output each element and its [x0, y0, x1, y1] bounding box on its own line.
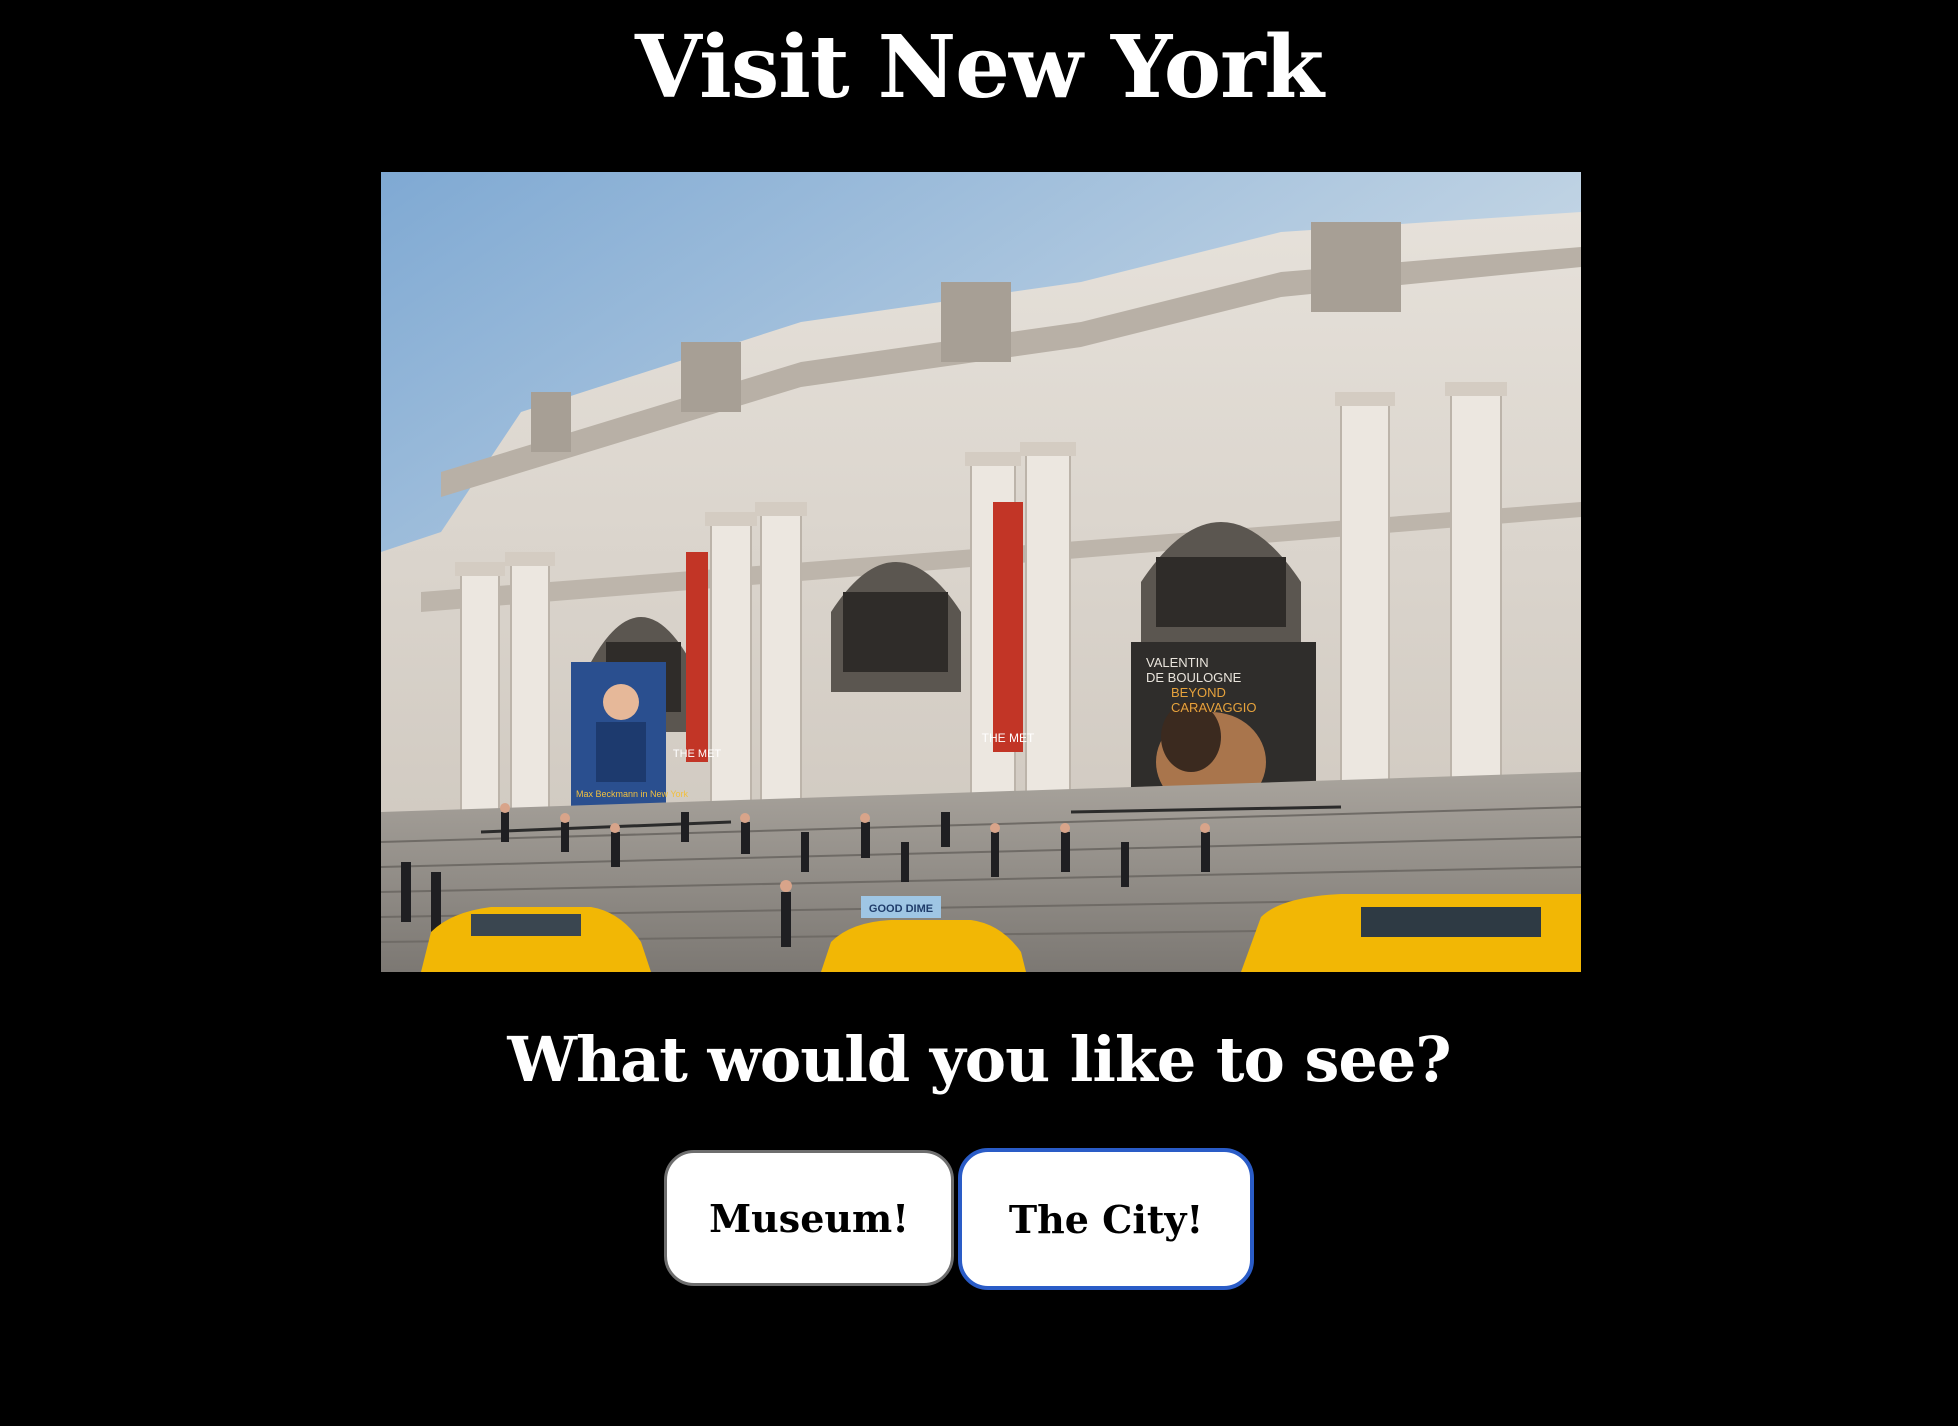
banner-beckmann: Max Beckmann in New York [576, 789, 689, 799]
banner-valentin-3: BEYOND [1171, 685, 1226, 700]
museum-illustration: THE MET THE MET Max Beckmann in New York… [381, 172, 1581, 972]
city-button[interactable]: The City! [958, 1148, 1254, 1290]
page: Visit New York THE MET THE MET Max Beckm… [0, 0, 1958, 1426]
taxi-roof-sign: GOOD DIME [869, 903, 933, 915]
museum-button[interactable]: Museum! [664, 1150, 954, 1286]
banner-valentin-1: VALENTIN [1146, 655, 1209, 670]
page-title: Visit New York [634, 17, 1324, 118]
banner-valentin-4: CARAVAGGIO [1171, 700, 1256, 715]
banner-met-right: THE MET [982, 731, 1035, 745]
museum-photo: THE MET THE MET Max Beckmann in New York… [381, 172, 1581, 972]
banner-valentin-2: DE BOULOGNE [1146, 670, 1242, 685]
question-heading: What would you like to see? [507, 1023, 1451, 1096]
banner-met-left: THE MET [673, 748, 722, 760]
choice-buttons: Museum! The City! [0, 1148, 1958, 1290]
